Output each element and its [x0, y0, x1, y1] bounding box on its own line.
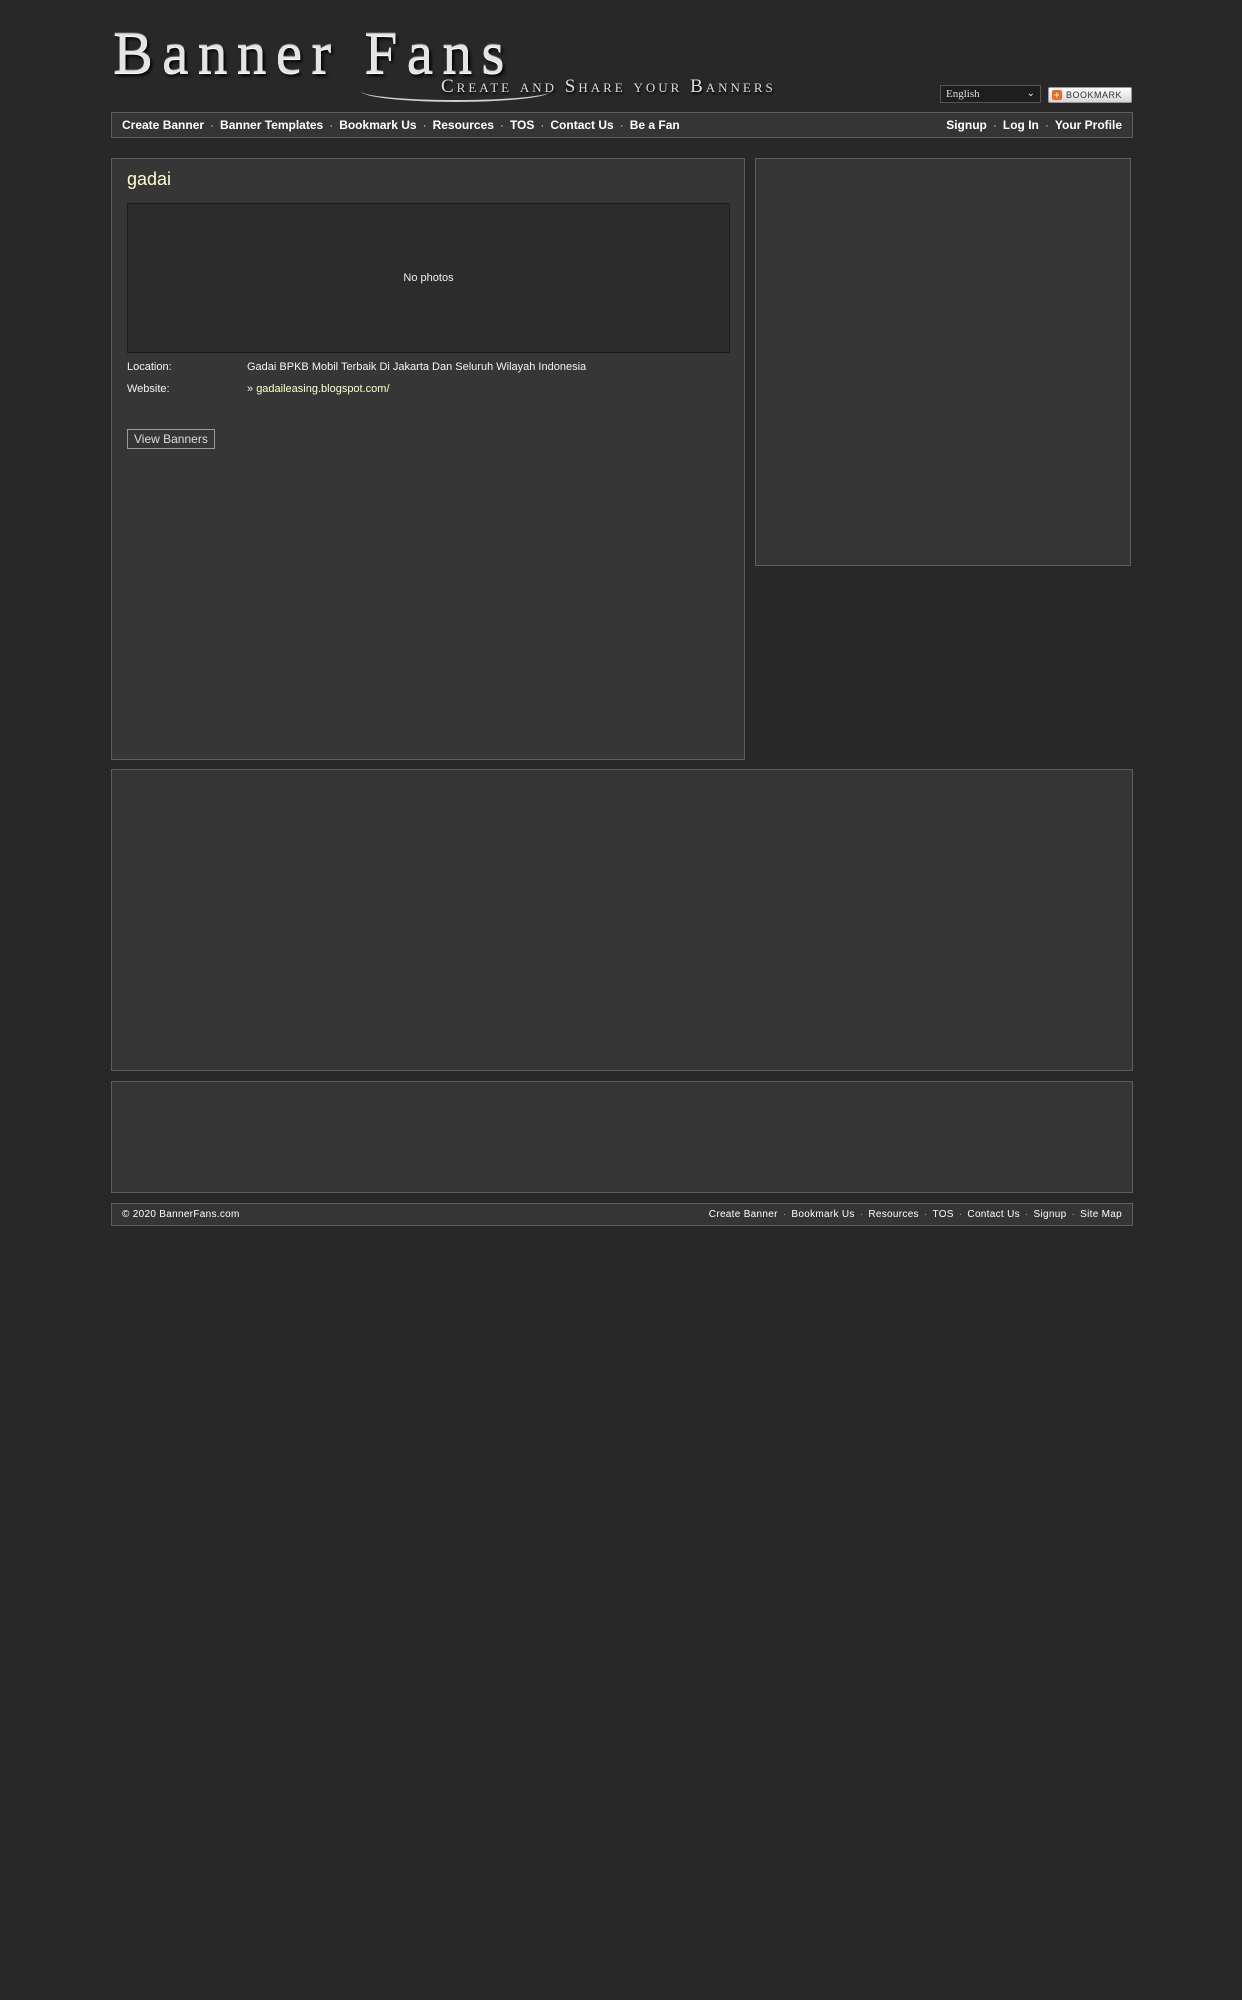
bottom-ad-panel	[111, 1081, 1133, 1193]
nav-separator: ·	[499, 118, 504, 132]
nav-signup[interactable]: Signup	[946, 118, 987, 132]
footer-separator: ·	[782, 1209, 787, 1220]
nav-separator: ·	[210, 118, 215, 132]
location-value: Gadai BPKB Mobil Terbaik Di Jakarta Dan …	[247, 361, 587, 373]
footer-bookmark-us[interactable]: Bookmark Us	[791, 1209, 854, 1220]
nav-create-banner[interactable]: Create Banner	[122, 118, 204, 132]
footer-links: Create Banner · Bookmark Us · Resources · TOS ·…	[709, 1204, 1122, 1225]
side-ad-panel	[755, 158, 1131, 566]
footer-contact-us[interactable]: Contact Us	[967, 1209, 1019, 1220]
nav-your-profile[interactable]: Your Profile	[1055, 118, 1122, 132]
bookmark-label: BOOKMARK	[1066, 90, 1123, 100]
footer-separator: ·	[1071, 1209, 1076, 1220]
photo-gallery: No photos	[127, 203, 730, 353]
website-value: » gadaileasing.blogspot.com/	[247, 383, 390, 395]
footer-create-banner[interactable]: Create Banner	[709, 1209, 778, 1220]
language-value: English	[946, 88, 980, 100]
footer-copyright: © 2020 BannerFans.com	[122, 1209, 240, 1220]
website-prefix: »	[247, 383, 254, 395]
footer-signup[interactable]: Signup	[1034, 1209, 1067, 1220]
nav-resources[interactable]: Resources	[433, 118, 494, 132]
nav-separator: ·	[1044, 118, 1049, 132]
footer-separator: ·	[923, 1209, 928, 1220]
website-label: Website:	[127, 383, 170, 395]
plus-icon: +	[1052, 90, 1062, 100]
nav-separator: ·	[329, 118, 334, 132]
footer-tos[interactable]: TOS	[933, 1209, 954, 1220]
nav-log-in[interactable]: Log In	[1003, 118, 1039, 132]
nav-left: Create Banner · Banner Templates · Bookmark …	[122, 113, 680, 137]
footer: © 2020 BannerFans.com Create Banner · Book…	[111, 1203, 1133, 1226]
profile-name: gadai	[127, 169, 172, 189]
view-banners-button[interactable]: View Banners	[127, 429, 215, 449]
footer-separator: ·	[958, 1209, 963, 1220]
chevron-down-icon: ⌄	[1026, 88, 1035, 99]
nav-tos[interactable]: TOS	[510, 118, 534, 132]
location-label: Location:	[127, 361, 172, 373]
wide-ad-panel	[111, 769, 1133, 1071]
footer-separator: ·	[1024, 1209, 1029, 1220]
nav-separator: ·	[540, 118, 545, 132]
nav-be-a-fan[interactable]: Be a Fan	[630, 118, 680, 132]
nav-separator: ·	[992, 118, 997, 132]
profile-panel: gadai No photos Location: Gadai BPKB Mob…	[111, 158, 745, 760]
footer-resources[interactable]: Resources	[868, 1209, 919, 1220]
main-nav: Create Banner · Banner Templates · Bookmark …	[111, 112, 1133, 138]
no-photos-text: No photos	[403, 272, 454, 284]
footer-site-map[interactable]: Site Map	[1080, 1209, 1122, 1220]
bookmark-button[interactable]: + BOOKMARK	[1048, 87, 1132, 103]
website-link[interactable]: gadaileasing.blogspot.com/	[256, 383, 389, 395]
nav-contact-us[interactable]: Contact Us	[550, 118, 613, 132]
nav-separator: ·	[422, 118, 427, 132]
language-select[interactable]: English ⌄	[940, 85, 1041, 103]
footer-separator: ·	[859, 1209, 864, 1220]
site-logo[interactable]: Banner Fans Create and Share your Banner…	[111, 22, 846, 102]
nav-right: Signup · Log In · Your Profile	[946, 113, 1122, 137]
nav-banner-templates[interactable]: Banner Templates	[220, 118, 323, 132]
logo-tagline: Create and Share your Banners	[441, 76, 776, 97]
logo-title: Banner Fans	[113, 20, 514, 86]
nav-separator: ·	[619, 118, 624, 132]
nav-bookmark-us[interactable]: Bookmark Us	[339, 118, 416, 132]
